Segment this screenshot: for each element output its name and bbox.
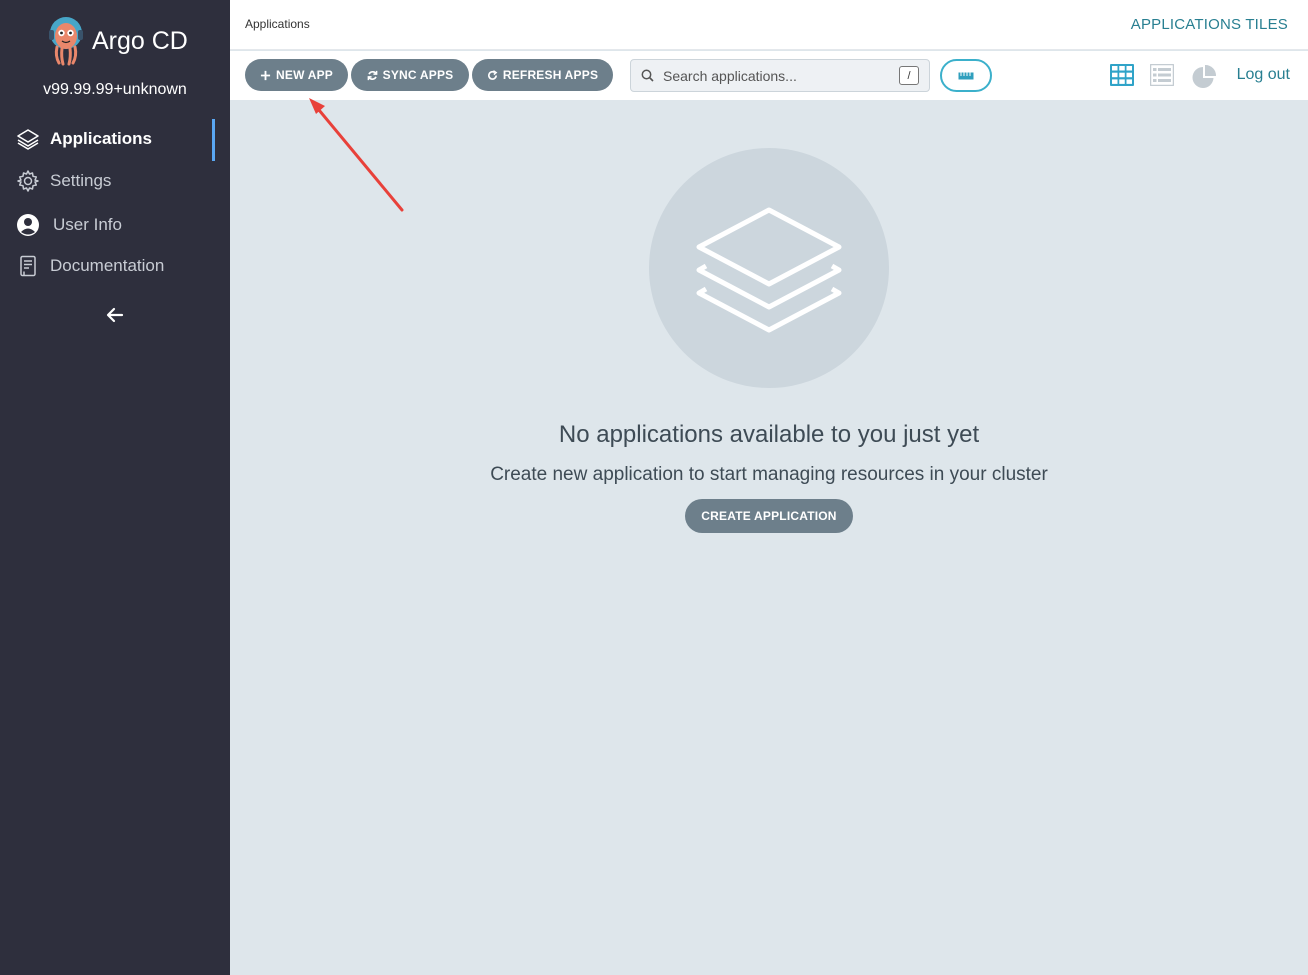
- user-circle-icon: [16, 213, 40, 237]
- plus-icon: [260, 70, 271, 80]
- sidebar: Argo CD v99.99.99+unknown Applications S…: [0, 0, 230, 975]
- sidebar-item-label: Settings: [50, 171, 112, 190]
- argo-octopus-icon: [49, 17, 83, 66]
- sync-icon: [367, 70, 377, 80]
- empty-state-illustration: [649, 148, 889, 388]
- sidebar-item-label: Documentation: [50, 256, 165, 275]
- gear-icon: [16, 169, 40, 193]
- refresh-apps-label: REFRESH APPS: [502, 68, 599, 82]
- sidebar-item-settings[interactable]: Settings: [0, 161, 230, 201]
- create-application-button[interactable]: CREATE APPLICATION: [685, 499, 853, 533]
- new-app-label: NEW APP: [276, 68, 333, 82]
- search-placeholder: Search applications...: [663, 67, 797, 84]
- sync-apps-button[interactable]: SYNC APPS: [351, 59, 469, 91]
- collapse-sidebar-button[interactable]: [104, 303, 126, 327]
- arrow-left-icon: [106, 307, 124, 323]
- breadcrumb[interactable]: Applications: [245, 17, 310, 31]
- summary-pie-icon[interactable]: [1191, 64, 1217, 88]
- tiles-view-icon[interactable]: [1110, 64, 1134, 88]
- refresh-icon: [487, 69, 498, 80]
- new-app-button[interactable]: NEW APP: [245, 59, 348, 91]
- refresh-apps-button[interactable]: REFRESH APPS: [472, 59, 613, 91]
- version-label: v99.99.99+unknown: [43, 81, 187, 98]
- sidebar-item-label: Applications: [50, 129, 153, 148]
- logout-link[interactable]: Log out: [1237, 66, 1290, 84]
- list-view-icon[interactable]: [1149, 63, 1175, 88]
- toolbar: NEW APP SYNC APPS REFRESH APPS Search ap…: [230, 51, 1308, 100]
- ruler-icon: [958, 72, 974, 79]
- filter-toggle-button[interactable]: [940, 59, 992, 92]
- search-input[interactable]: Search applications... /: [630, 59, 930, 92]
- top-bar: Applications APPLICATIONS TILES: [230, 0, 1308, 50]
- app-name: Argo CD: [92, 26, 188, 55]
- layers-icon: [696, 207, 842, 332]
- annotation-arrow: [309, 98, 404, 212]
- logo[interactable]: Argo CD: [46, 16, 188, 66]
- sidebar-item-label: User Info: [53, 215, 122, 234]
- search-shortcut-key: /: [899, 66, 919, 85]
- empty-state-subtitle: Create new application to start managing…: [490, 464, 1048, 485]
- page-title: APPLICATIONS TILES: [1130, 16, 1288, 33]
- sidebar-item-applications[interactable]: Applications: [0, 119, 230, 161]
- sync-apps-label: SYNC APPS: [382, 68, 454, 82]
- empty-state-title: No applications available to you just ye…: [558, 421, 980, 448]
- layers-icon: [16, 127, 40, 151]
- search-icon: [641, 69, 654, 82]
- book-icon: [16, 254, 40, 278]
- sidebar-item-user-info[interactable]: User Info: [0, 205, 230, 245]
- sidebar-item-documentation[interactable]: Documentation: [0, 246, 230, 286]
